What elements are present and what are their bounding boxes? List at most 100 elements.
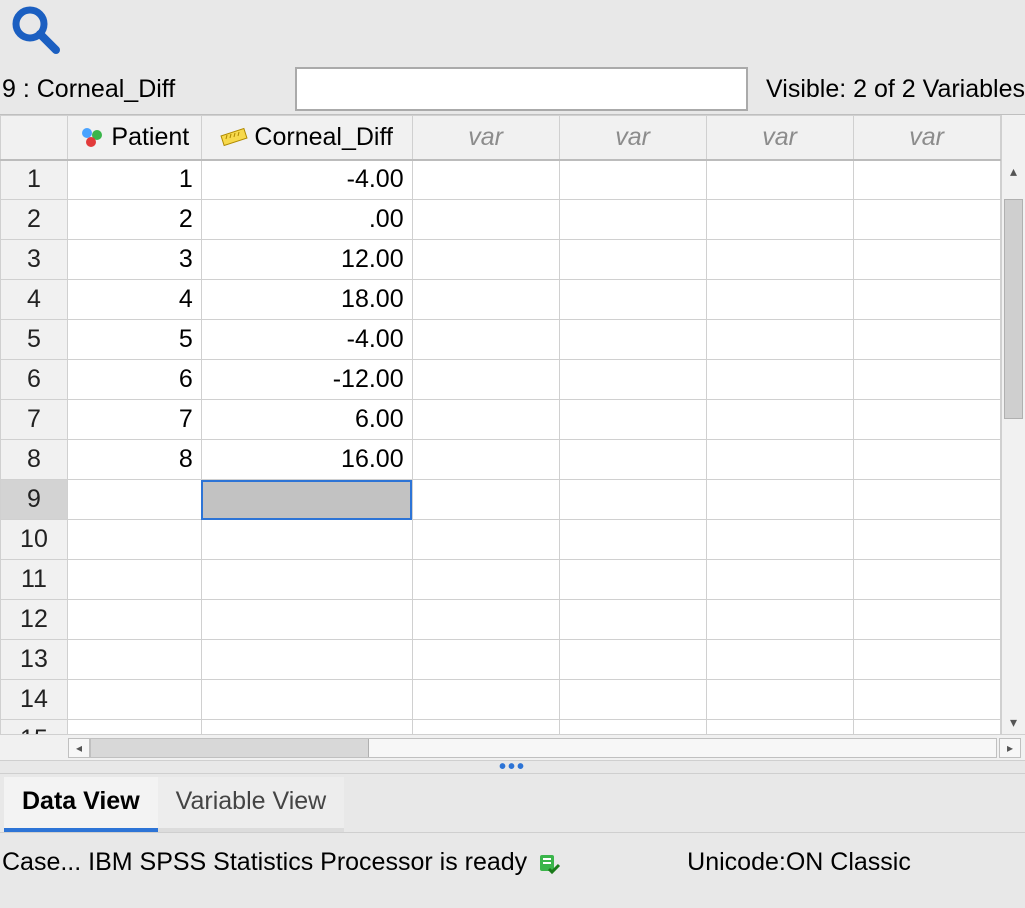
cell-empty[interactable] — [853, 560, 1000, 600]
cell-empty[interactable] — [559, 640, 706, 680]
row-number-cell[interactable]: 1 — [1, 160, 68, 200]
cell-empty[interactable] — [706, 680, 853, 720]
column-header-empty[interactable]: var — [853, 116, 1000, 160]
cell-patient[interactable]: 6 — [67, 360, 201, 400]
cell-corneal-diff[interactable]: -4.00 — [201, 320, 412, 360]
cell-empty[interactable] — [559, 200, 706, 240]
cell-corneal-diff[interactable]: 6.00 — [201, 400, 412, 440]
cell-patient[interactable] — [67, 680, 201, 720]
cell-empty[interactable] — [706, 280, 853, 320]
cell-value-input[interactable] — [295, 67, 748, 111]
row-number-cell[interactable]: 2 — [1, 200, 68, 240]
cell-empty[interactable] — [412, 320, 559, 360]
row-number-cell[interactable]: 12 — [1, 600, 68, 640]
cell-empty[interactable] — [706, 560, 853, 600]
scroll-left-arrow-icon[interactable]: ◂ — [68, 738, 90, 758]
cell-empty[interactable] — [853, 320, 1000, 360]
cell-empty[interactable] — [559, 360, 706, 400]
cell-empty[interactable] — [559, 480, 706, 520]
cell-empty[interactable] — [706, 440, 853, 480]
vertical-scrollbar[interactable]: ▴ ▾ — [1001, 115, 1025, 734]
cell-empty[interactable] — [706, 360, 853, 400]
cell-corneal-diff[interactable] — [201, 600, 412, 640]
cell-patient[interactable]: 4 — [67, 280, 201, 320]
cell-empty[interactable] — [853, 600, 1000, 640]
row-number-cell[interactable]: 6 — [1, 360, 68, 400]
cell-patient[interactable]: 2 — [67, 200, 201, 240]
scroll-up-arrow-icon[interactable]: ▴ — [1002, 159, 1025, 183]
cell-empty[interactable] — [559, 240, 706, 280]
cell-patient[interactable]: 8 — [67, 440, 201, 480]
cell-empty[interactable] — [706, 400, 853, 440]
cell-empty[interactable] — [412, 480, 559, 520]
cell-empty[interactable] — [559, 440, 706, 480]
cell-empty[interactable] — [706, 640, 853, 680]
row-number-cell[interactable]: 7 — [1, 400, 68, 440]
cell-empty[interactable] — [853, 680, 1000, 720]
row-number-cell[interactable]: 10 — [1, 520, 68, 560]
cell-corneal-diff[interactable]: .00 — [201, 200, 412, 240]
cell-empty[interactable] — [412, 280, 559, 320]
cell-patient[interactable] — [67, 560, 201, 600]
cell-empty[interactable] — [853, 640, 1000, 680]
cell-empty[interactable] — [412, 200, 559, 240]
cell-corneal-diff[interactable]: 18.00 — [201, 280, 412, 320]
cell-empty[interactable] — [706, 320, 853, 360]
cell-empty[interactable] — [412, 560, 559, 600]
cell-empty[interactable] — [412, 440, 559, 480]
cell-empty[interactable] — [559, 160, 706, 200]
column-header-empty[interactable]: var — [559, 116, 706, 160]
cell-empty[interactable] — [853, 360, 1000, 400]
cell-corneal-diff[interactable] — [201, 680, 412, 720]
cell-patient[interactable]: 7 — [67, 400, 201, 440]
tab-variable-view[interactable]: Variable View — [158, 777, 345, 832]
cell-empty[interactable] — [559, 600, 706, 640]
cell-empty[interactable] — [559, 400, 706, 440]
cell-patient[interactable] — [67, 480, 201, 520]
cell-corneal-diff[interactable]: 16.00 — [201, 440, 412, 480]
cell-empty[interactable] — [853, 160, 1000, 200]
cell-empty[interactable] — [853, 200, 1000, 240]
cell-empty[interactable] — [853, 240, 1000, 280]
column-header-patient[interactable]: Patient — [67, 116, 201, 160]
horizontal-scrollbar[interactable]: ◂ ▸ — [0, 734, 1025, 760]
scroll-right-arrow-icon[interactable]: ▸ — [999, 738, 1021, 758]
corner-cell[interactable] — [1, 116, 68, 160]
cell-patient[interactable]: 5 — [67, 320, 201, 360]
cell-empty[interactable] — [412, 240, 559, 280]
cell-corneal-diff[interactable] — [201, 560, 412, 600]
search-button[interactable] — [8, 0, 68, 60]
cell-empty[interactable] — [853, 400, 1000, 440]
cell-corneal-diff[interactable] — [201, 520, 412, 560]
row-number-cell[interactable]: 4 — [1, 280, 68, 320]
cell-empty[interactable] — [706, 240, 853, 280]
cell-empty[interactable] — [706, 600, 853, 640]
cell-patient[interactable] — [67, 640, 201, 680]
cell-empty[interactable] — [412, 680, 559, 720]
cell-empty[interactable] — [559, 320, 706, 360]
cell-empty[interactable] — [559, 520, 706, 560]
cell-patient[interactable]: 3 — [67, 240, 201, 280]
row-number-cell[interactable]: 9 — [1, 480, 68, 520]
cell-empty[interactable] — [706, 160, 853, 200]
cell-empty[interactable] — [706, 520, 853, 560]
cell-empty[interactable] — [853, 440, 1000, 480]
column-header-corneal-diff[interactable]: Corneal_Diff — [201, 116, 412, 160]
cell-empty[interactable] — [559, 280, 706, 320]
cell-corneal-diff[interactable]: -4.00 — [201, 160, 412, 200]
scroll-down-arrow-icon[interactable]: ▾ — [1002, 710, 1025, 734]
column-header-empty[interactable]: var — [412, 116, 559, 160]
cell-empty[interactable] — [853, 480, 1000, 520]
cell-patient[interactable] — [67, 520, 201, 560]
cell-corneal-diff[interactable]: -12.00 — [201, 360, 412, 400]
horizontal-scroll-thumb[interactable] — [91, 739, 369, 757]
cell-empty[interactable] — [853, 280, 1000, 320]
row-number-cell[interactable]: 14 — [1, 680, 68, 720]
cell-empty[interactable] — [412, 400, 559, 440]
cell-empty[interactable] — [853, 520, 1000, 560]
row-number-cell[interactable]: 13 — [1, 640, 68, 680]
cell-empty[interactable] — [412, 520, 559, 560]
cell-empty[interactable] — [412, 600, 559, 640]
cell-empty[interactable] — [412, 160, 559, 200]
cell-corneal-diff[interactable] — [201, 640, 412, 680]
